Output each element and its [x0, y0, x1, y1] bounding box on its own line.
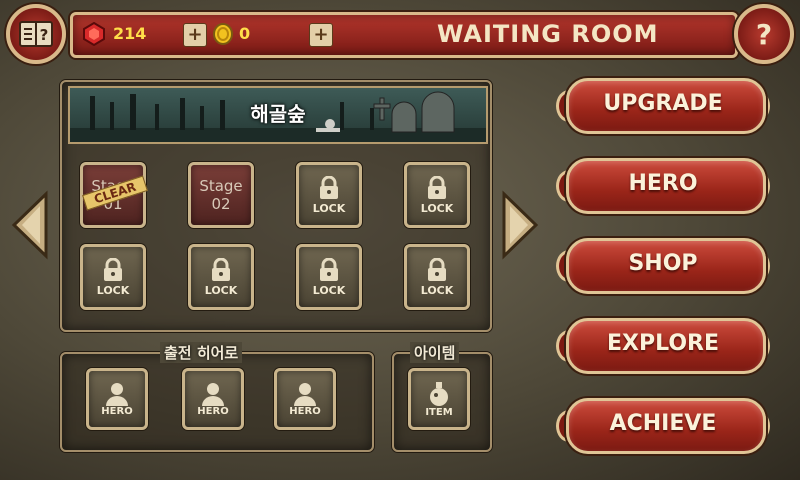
- shop-label: SHOP: [628, 250, 698, 276]
- achieve-label: ACHIEVE: [609, 410, 717, 436]
- hero-slot-2[interactable]: HERO: [182, 368, 244, 430]
- padlock-icon: [320, 257, 338, 281]
- add-gems-button[interactable]: +: [183, 23, 207, 47]
- potion-icon: [430, 381, 448, 406]
- padlock-icon: [104, 257, 122, 281]
- hero-slot-3[interactable]: HERO: [274, 368, 336, 430]
- locked-stage-slot[interactable]: LOCK: [404, 162, 470, 228]
- hero-label: HERO: [628, 170, 698, 196]
- hero-slot-label: HERO: [289, 405, 321, 417]
- gem-count: 214: [113, 24, 147, 43]
- shop-button[interactable]: SHOP: [556, 232, 770, 294]
- menu-book-button[interactable]: ?: [6, 4, 66, 64]
- top-status-bar: 214 + 0 + WAITING ROOM: [70, 12, 738, 58]
- padlock-icon: [320, 175, 338, 199]
- hero-slot-1[interactable]: HERO: [86, 368, 148, 430]
- gold-count: 0: [239, 24, 251, 43]
- padlock-icon: [428, 257, 446, 281]
- stage-number: 02: [211, 195, 231, 213]
- stage-word: Stage: [199, 177, 243, 195]
- deploy-heroes-title: 출전 히어로: [160, 342, 243, 363]
- item-slot[interactable]: ITEM: [408, 368, 470, 430]
- achieve-button[interactable]: ACHIEVE: [556, 392, 770, 454]
- locked-stage-slot[interactable]: LOCK: [188, 244, 254, 310]
- locked-stage-slot[interactable]: LOCK: [80, 244, 146, 310]
- lock-label: LOCK: [420, 283, 454, 297]
- explore-label: EXPLORE: [606, 330, 720, 356]
- next-area-arrow-icon[interactable]: [500, 190, 540, 260]
- hero-slot-label: HERO: [101, 405, 133, 417]
- locked-stage-slot[interactable]: LOCK: [296, 162, 362, 228]
- explore-button[interactable]: EXPLORE: [556, 312, 770, 374]
- lock-label: LOCK: [312, 283, 346, 297]
- stage-slot-02[interactable]: Stage 02: [188, 162, 254, 228]
- lock-label: LOCK: [420, 201, 454, 215]
- padlock-icon: [428, 175, 446, 199]
- add-gold-button[interactable]: +: [309, 23, 333, 47]
- hero-button[interactable]: HERO: [556, 152, 770, 214]
- area-name: 해골숲: [250, 102, 306, 126]
- upgrade-label: UPGRADE: [603, 90, 723, 116]
- help-button[interactable]: ?: [734, 4, 794, 64]
- question-icon: ?: [755, 17, 773, 51]
- ruby-gem-icon: [83, 22, 105, 46]
- hero-silhouette-icon: [106, 382, 128, 406]
- padlock-icon: [212, 257, 230, 281]
- hero-silhouette-icon: [294, 382, 316, 406]
- locked-stage-slot[interactable]: LOCK: [404, 244, 470, 310]
- prev-area-arrow-icon[interactable]: [10, 190, 50, 260]
- book-icon: ?: [19, 21, 53, 47]
- gold-coin-icon: [213, 23, 233, 45]
- hero-slot-label: HERO: [197, 405, 229, 417]
- lock-label: LOCK: [312, 201, 346, 215]
- lock-label: LOCK: [96, 283, 130, 297]
- hero-silhouette-icon: [202, 382, 224, 406]
- item-title: 아이템: [410, 342, 460, 363]
- area-banner: 해골숲: [68, 86, 488, 144]
- item-slot-label: ITEM: [425, 406, 453, 418]
- lock-label: LOCK: [204, 283, 238, 297]
- page-title: WAITING ROOM: [437, 20, 659, 48]
- stage-slot-01[interactable]: Stage 01 CLEAR: [80, 162, 148, 228]
- upgrade-button[interactable]: UPGRADE: [556, 72, 770, 134]
- svg-text:?: ?: [40, 26, 49, 44]
- locked-stage-slot[interactable]: LOCK: [296, 244, 362, 310]
